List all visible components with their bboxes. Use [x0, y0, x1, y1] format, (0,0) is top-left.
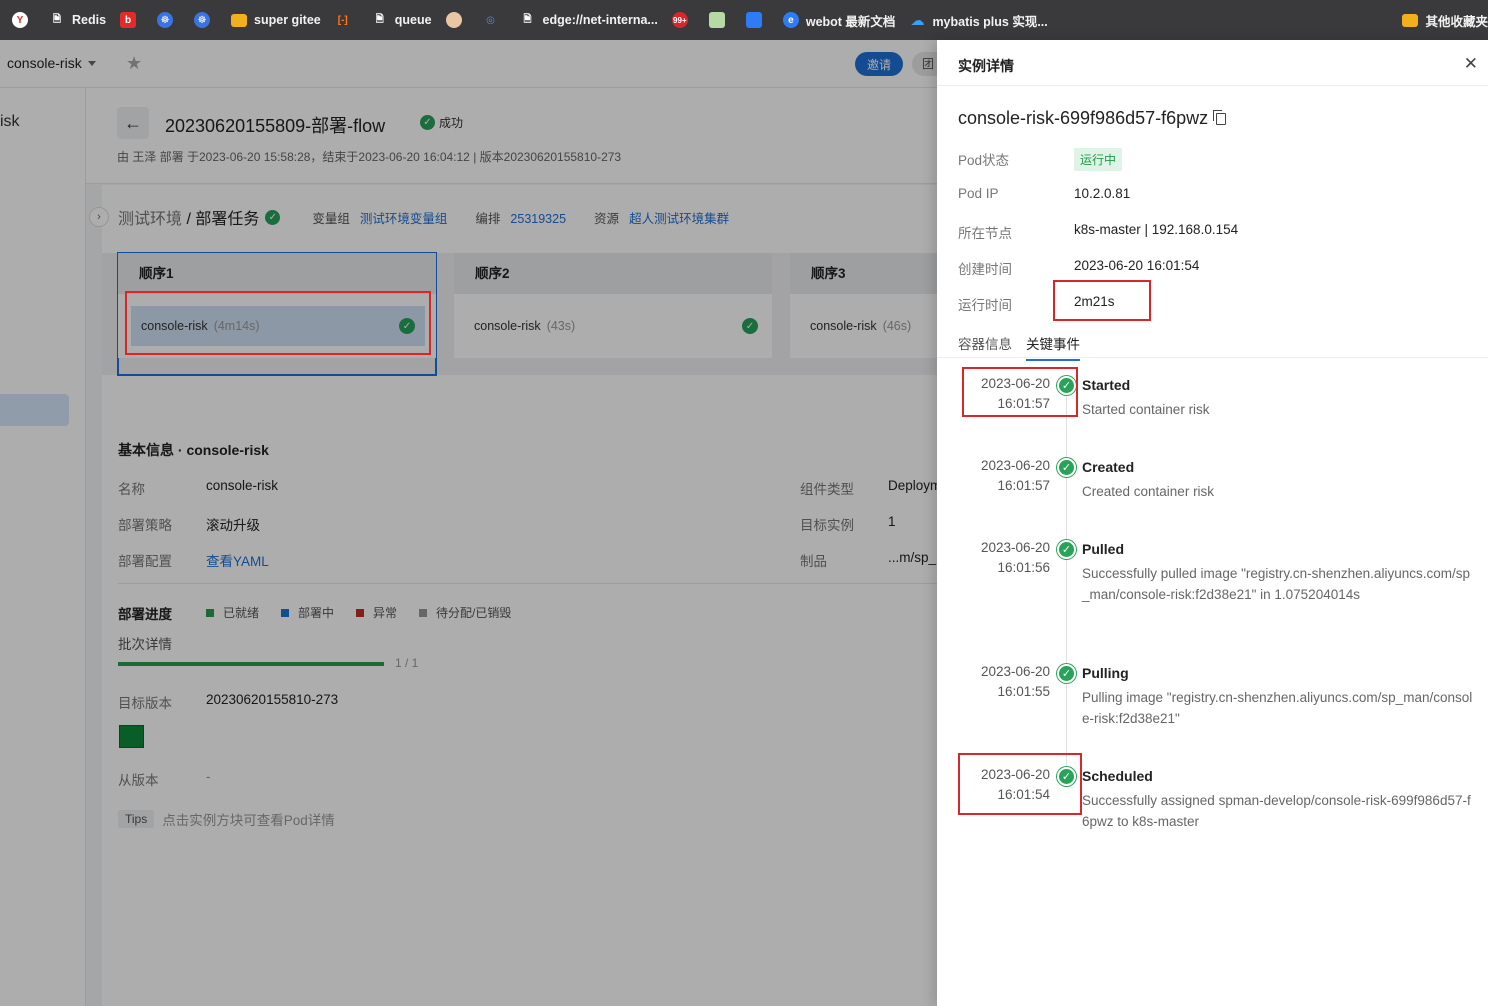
pod-status-badge: 运行中	[1074, 148, 1123, 171]
pod-name: console-risk-699f986d57-f6pwz	[958, 108, 1227, 129]
edge-icon: e	[782, 12, 799, 28]
file-icon: 🗎	[52, 13, 62, 25]
event-time: 2023-06-20 16:01:57	[959, 374, 1050, 414]
yandex-icon: Y	[12, 12, 28, 28]
check-circle-icon: ✓	[1057, 664, 1076, 683]
event-name: Scheduled	[1082, 768, 1153, 784]
bookmark-label: Redis	[72, 13, 107, 27]
copy-icon[interactable]	[1213, 109, 1227, 125]
event-date: 2023-06-20	[980, 540, 1050, 555]
bookmark-webot[interactable]: e webot 最新文档	[782, 11, 896, 30]
event-name: Started	[1082, 377, 1131, 393]
kubernetes-icon: ☸	[194, 12, 211, 28]
uptime-value: 2m21s	[1074, 294, 1115, 309]
bookmark-avatar[interactable]	[445, 12, 469, 28]
bookmark-label: mybatis plus 实现...	[932, 14, 1048, 29]
bookmark-other-folder[interactable]: 其他收藏夹	[1402, 11, 1488, 30]
event-time: 2023-06-20 16:01:57	[959, 456, 1050, 496]
tab-key-events[interactable]: 关键事件	[1026, 333, 1080, 361]
instance-detail-drawer: 实例详情 ✕ console-risk-699f986d57-f6pwz Pod…	[937, 40, 1488, 1006]
bookmark-k8s-1[interactable]: ☸	[157, 12, 180, 28]
close-icon[interactable]: ✕	[1464, 55, 1478, 72]
event-time: 2023-06-20 16:01:55	[959, 662, 1050, 702]
bookmark-super-gitee[interactable]: super gitee	[231, 13, 321, 27]
cloud-icon: ☁	[910, 11, 925, 28]
event-clock: 16:01:55	[997, 684, 1050, 699]
event-time: 2023-06-20 16:01:56	[959, 538, 1050, 578]
check-circle-icon: ✓	[1057, 540, 1076, 559]
event-clock: 16:01:54	[997, 787, 1050, 802]
tab-container-info[interactable]: 容器信息	[958, 333, 1012, 359]
bookmark-image[interactable]	[708, 12, 732, 28]
event-date: 2023-06-20	[980, 767, 1050, 782]
drawer-header: 实例详情 ✕	[937, 40, 1488, 86]
event-clock: 16:01:57	[997, 478, 1050, 493]
event-message: Successfully assigned spman-develop/cons…	[1082, 793, 1471, 829]
event-name: Created	[1082, 459, 1135, 475]
uptime-label: 运行时间	[958, 298, 1012, 313]
bookmark-label: 其他收藏夹	[1425, 14, 1488, 29]
check-circle-icon: ✓	[1057, 767, 1076, 786]
event-message: Pulling image "registry.cn-shenzhen.aliy…	[1082, 690, 1473, 726]
pod-status-label: Pod状态	[958, 153, 1010, 168]
bookmark-queue[interactable]: 🗎 queue	[372, 12, 432, 28]
bookmark-edge-net[interactable]: 🗎 edge://net-interna...	[520, 12, 658, 28]
drawer-title: 实例详情	[958, 58, 1014, 74]
avatar-icon	[445, 12, 462, 28]
node-label: 所在节点	[958, 226, 1012, 241]
event-time: 2023-06-20 16:01:54	[959, 765, 1050, 805]
timeline-line	[1066, 387, 1067, 787]
pod-ip-label: Pod IP	[958, 186, 999, 201]
event-message: Started container risk	[1082, 402, 1210, 417]
check-circle-icon: ✓	[1057, 458, 1076, 477]
bookmarks-bar: Y 🗎 Redis b ☸ ☸ super gitee [-] 🗎 queue ◎ …	[0, 0, 1488, 40]
event-date: 2023-06-20	[980, 376, 1050, 391]
file-icon: 🗎	[523, 13, 532, 25]
folder-icon	[1402, 13, 1419, 27]
bookmark-cloud-doc[interactable]	[745, 12, 769, 28]
image-icon	[708, 12, 725, 28]
drawer-tabs: 容器信息 关键事件	[937, 328, 1488, 361]
bookmark-redis[interactable]: 🗎 Redis	[49, 12, 106, 28]
bookmark-label: webot 最新文档	[805, 14, 896, 29]
drawer-overlay[interactable]	[0, 40, 937, 1006]
event-message: Successfully pulled image "registry.cn-s…	[1082, 566, 1470, 602]
bookmark-fingerprint[interactable]: ◎	[483, 12, 506, 28]
event-name: Pulling	[1082, 665, 1129, 681]
fingerprint-icon: ◎	[486, 14, 495, 26]
bookmark-yandex[interactable]: Y	[12, 12, 35, 28]
folder-icon	[231, 13, 248, 27]
check-circle-icon: ✓	[1057, 376, 1076, 395]
bookmark-code[interactable]: [-]	[335, 12, 358, 28]
event-message: Created container risk	[1082, 484, 1215, 499]
kubernetes-icon: ☸	[157, 12, 174, 28]
event-clock: 16:01:56	[997, 560, 1050, 575]
event-name: Pulled	[1082, 541, 1125, 557]
file-icon: 🗎	[375, 13, 384, 25]
bookmark-label: queue	[394, 13, 432, 27]
bookmark-mybatis[interactable]: ☁ mybatis plus 实现...	[909, 11, 1047, 30]
counter-badge-icon: 99+	[671, 12, 688, 28]
bookmark-label: super gitee	[254, 13, 321, 27]
code-bracket-icon: [-]	[337, 14, 348, 26]
pod-name-text: console-risk-699f986d57-f6pwz	[958, 108, 1209, 128]
bookmark-k8s-2[interactable]: ☸	[194, 12, 217, 28]
node-value: k8s-master | 192.168.0.154	[1074, 222, 1239, 237]
cloud-doc-icon	[745, 12, 762, 28]
bookmark-label: edge://net-interna...	[542, 13, 658, 27]
event-date: 2023-06-20	[980, 664, 1050, 679]
bilibili-icon: b	[120, 12, 137, 28]
created-value: 2023-06-20 16:01:54	[1074, 258, 1200, 273]
bookmark-bilibili[interactable]: b	[120, 12, 143, 28]
event-clock: 16:01:57	[997, 396, 1050, 411]
pod-ip-value: 10.2.0.81	[1074, 186, 1131, 201]
created-label: 创建时间	[958, 262, 1012, 277]
event-date: 2023-06-20	[980, 458, 1050, 473]
bookmark-counter[interactable]: 99+	[671, 12, 695, 28]
